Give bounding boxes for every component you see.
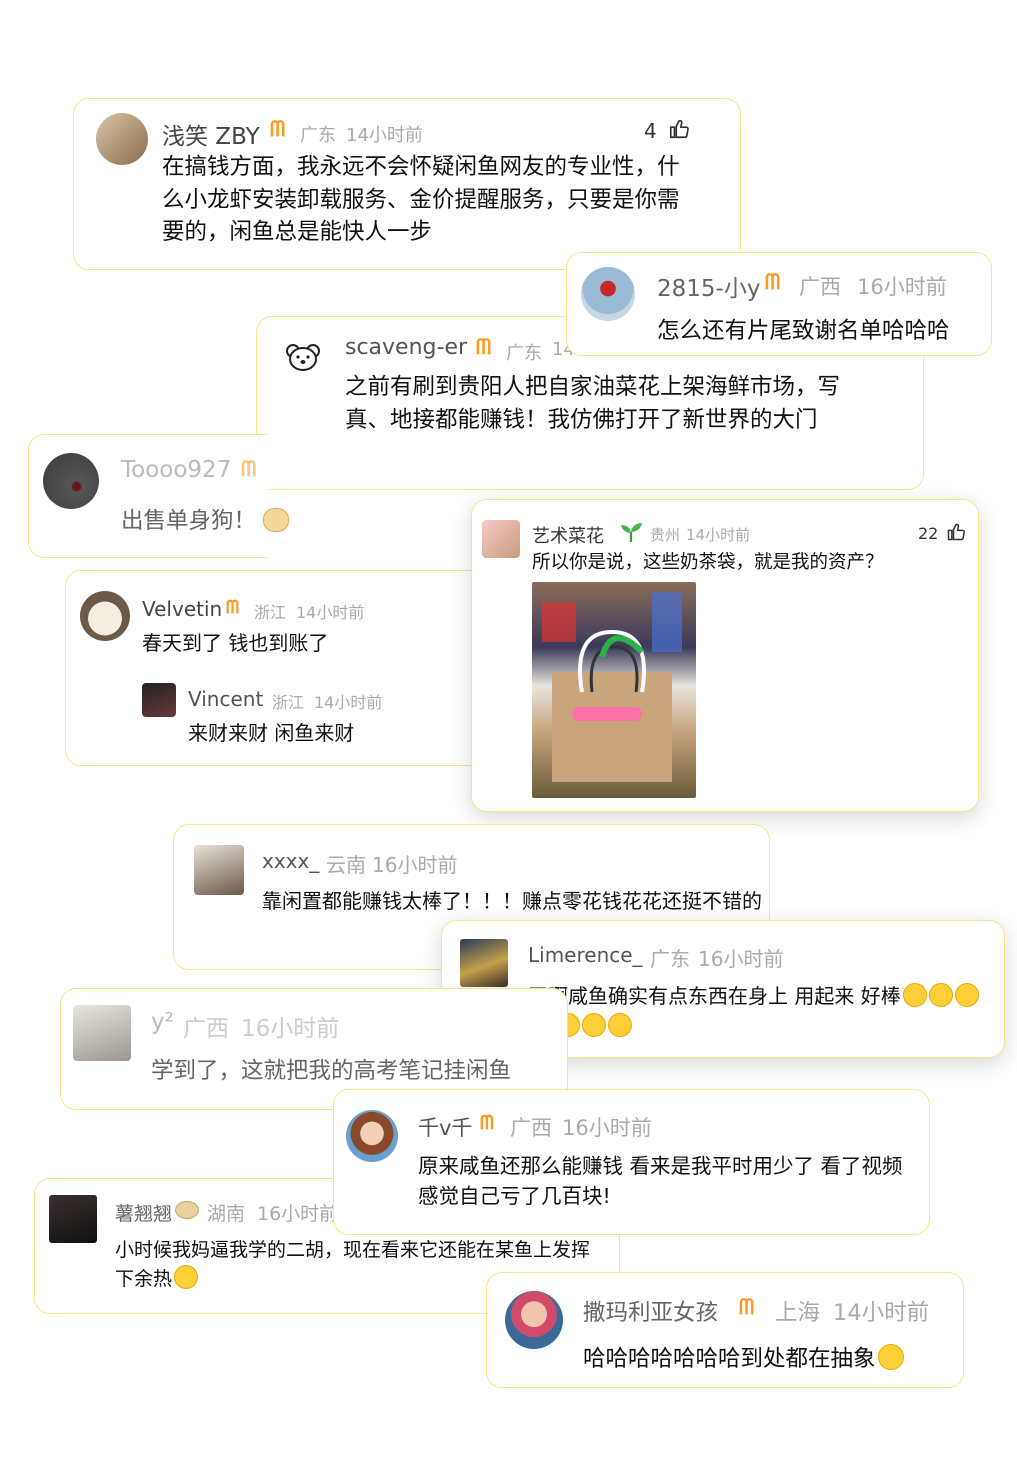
- avatar[interactable]: [346, 1110, 398, 1162]
- comment-region: 浙江: [254, 603, 287, 622]
- comment-time: 16小时前: [241, 1016, 340, 1042]
- comment-text: 之前有刷到贵阳人把自家油菜花上架海鲜市场，写真、地接都能赚钱！我仿佛打开了新世界…: [345, 374, 841, 433]
- comment-time: 14小时前: [296, 603, 365, 622]
- cat-emoji-icon: [263, 508, 290, 532]
- comment-text: 天啊咸鱼确实有点东西在身上 用起来 好棒: [528, 981, 998, 1041]
- avatar[interactable]: [505, 1291, 563, 1349]
- comment-text: 靠闲置都能赚钱太棒了！！！赚点零花钱花花还挺不错的: [262, 889, 762, 913]
- comment-card-6: Velvetin ᗰ 浙江 14小时前 春天到了 钱也到账了 Vincent 浙…: [65, 570, 485, 766]
- comment-time: 14小时前: [686, 526, 751, 544]
- commenter-name[interactable]: Toooo927: [121, 457, 231, 483]
- avatar[interactable]: [80, 591, 130, 641]
- avatar[interactable]: [283, 337, 323, 377]
- comment-text-content: 天啊咸鱼确实有点东西在身上 用起来 好棒: [528, 984, 901, 1008]
- comment-card-2: 2815-小y ᗰ 广西 16小时前 怎么还有片尾致谢名单哈哈哈: [566, 252, 992, 356]
- commenter-name[interactable]: scaveng-er: [345, 335, 467, 360]
- comment-region: 广西: [799, 275, 841, 299]
- reply-name[interactable]: Vincent: [188, 687, 263, 711]
- vip-badge-icon: ᗰ: [765, 270, 781, 294]
- vip-badge-icon: ᗰ: [476, 335, 492, 359]
- rich-emoji-icon: [608, 1013, 632, 1037]
- vip-badge-icon: ᗰ: [241, 457, 257, 481]
- avatar[interactable]: [460, 939, 508, 987]
- paper-bags-icon: [542, 592, 682, 782]
- comment-card-12: 撒玛利亚女孩 ᗰ 上海 14小时前 哈哈哈哈哈哈哈到处都在抽象: [486, 1272, 964, 1388]
- thumbs-up-icon[interactable]: [946, 522, 966, 542]
- avatar[interactable]: [194, 845, 244, 895]
- reply-time: 14小时前: [314, 693, 383, 712]
- comment-card-4: Toooo927 ᗰ 出售单身狗！: [28, 434, 290, 558]
- avatar[interactable]: [49, 1195, 97, 1243]
- commenter-name[interactable]: 薯翘翘: [115, 1199, 172, 1226]
- reply-text: 来财来财 闲鱼来财: [188, 721, 355, 745]
- comment-text: 哈哈哈哈哈哈哈到处都在抽象: [583, 1343, 963, 1376]
- reply-region: 浙江: [272, 693, 305, 712]
- avatar[interactable]: [96, 113, 148, 165]
- comment-time: 16小时前: [562, 1116, 652, 1140]
- comment-region: 广西: [510, 1116, 552, 1140]
- comment-region: 上海: [775, 1300, 821, 1326]
- comment-region: 湖南: [207, 1203, 246, 1225]
- laugh-cry-emoji-icon: [877, 1344, 904, 1370]
- comment-text: 春天到了 钱也到账了: [142, 631, 329, 655]
- commenter-name[interactable]: Limerence_: [528, 943, 643, 967]
- grin-emoji-icon: [902, 983, 927, 1007]
- reply-avatar[interactable]: [142, 683, 176, 717]
- comment-region: 广东: [650, 947, 690, 971]
- vip-badge-icon: ᗰ: [226, 597, 239, 618]
- comment-region: 广西: [183, 1016, 229, 1042]
- comment-text: 出售单身狗！: [121, 505, 341, 538]
- comment-text-content: 出售单身狗！: [121, 508, 257, 534]
- comment-card-10: 千v千 ᗰ 广西 16小时前 原来咸鱼还那么能赚钱 看来是我平时用少了 看了视频…: [333, 1089, 930, 1235]
- comment-time: 16小时前: [372, 853, 458, 877]
- comment-time: 14小时前: [346, 125, 423, 146]
- avatar[interactable]: [43, 453, 99, 509]
- comment-card-5: 艺术菜花 贵州 14小时前 22 所以你是说，这些奶茶袋，就是我的资产？: [471, 499, 979, 812]
- comment-time: 16小时前: [257, 1203, 339, 1225]
- comment-text: 学到了，这就把我的高考笔记挂闲鱼: [151, 1058, 512, 1084]
- sprout-icon: [621, 523, 642, 542]
- rich-emoji-icon: [582, 1013, 606, 1037]
- vip-badge-icon: ᗰ: [739, 1295, 755, 1319]
- comment-time: 14小时前: [833, 1300, 930, 1326]
- avatar[interactable]: [482, 520, 520, 558]
- comment-text: 所以你是说，这些奶茶袋，就是我的资产？: [532, 552, 884, 573]
- potato-emoji-icon: [175, 1201, 199, 1219]
- commenter-name[interactable]: 2815-小y: [657, 269, 760, 303]
- commenter-name[interactable]: 浅笑 ZBY: [162, 117, 260, 151]
- grin-emoji-icon: [174, 1264, 199, 1289]
- grin-emoji-icon: [954, 983, 979, 1007]
- thumbs-up-icon[interactable]: [668, 118, 690, 140]
- commenter-name[interactable]: 千v千: [418, 1112, 472, 1142]
- comment-text-content: 哈哈哈哈哈哈哈到处都在抽象: [583, 1346, 876, 1372]
- commenter-name[interactable]: Velvetin: [142, 597, 222, 621]
- grin-emoji-icon: [928, 983, 953, 1007]
- avatar[interactable]: [581, 267, 635, 321]
- comment-text: 在搞钱方面，我永远不会怀疑闲鱼网友的专业性，什么小龙虾安装卸载服务、金价提醒服务…: [162, 154, 680, 246]
- like-count: 22: [918, 524, 939, 543]
- avatar[interactable]: [73, 1005, 131, 1061]
- like-count: 4: [644, 119, 657, 143]
- comment-region: 广东: [300, 125, 336, 146]
- commenter-name[interactable]: 撒玛利亚女孩: [583, 1295, 718, 1327]
- comment-region: 云南: [326, 853, 366, 877]
- vip-badge-icon: ᗰ: [270, 117, 286, 141]
- comment-time: 16小时前: [698, 947, 784, 971]
- comment-region: 广东: [506, 343, 542, 364]
- comment-card-1: 浅笑 ZBY ᗰ 广东 14小时前 4 在搞钱方面，我永远不会怀疑闲鱼网友的专业…: [73, 98, 741, 270]
- commenter-name[interactable]: y²: [151, 1009, 174, 1035]
- koala-icon: [286, 344, 320, 371]
- comment-text: 怎么还有片尾致谢名单哈哈哈: [657, 318, 950, 344]
- vip-badge-icon: ᗰ: [480, 1112, 494, 1134]
- comment-text: 原来咸鱼还那么能赚钱 看来是我平时用少了 看了视频感觉自己亏了几百块!: [418, 1154, 903, 1208]
- commenter-name[interactable]: 艺术菜花: [532, 522, 604, 548]
- attached-photo[interactable]: [532, 582, 696, 798]
- commenter-name[interactable]: xxxx_: [262, 849, 319, 873]
- comment-time: 16小时前: [857, 275, 947, 299]
- comment-region: 贵州: [650, 526, 681, 544]
